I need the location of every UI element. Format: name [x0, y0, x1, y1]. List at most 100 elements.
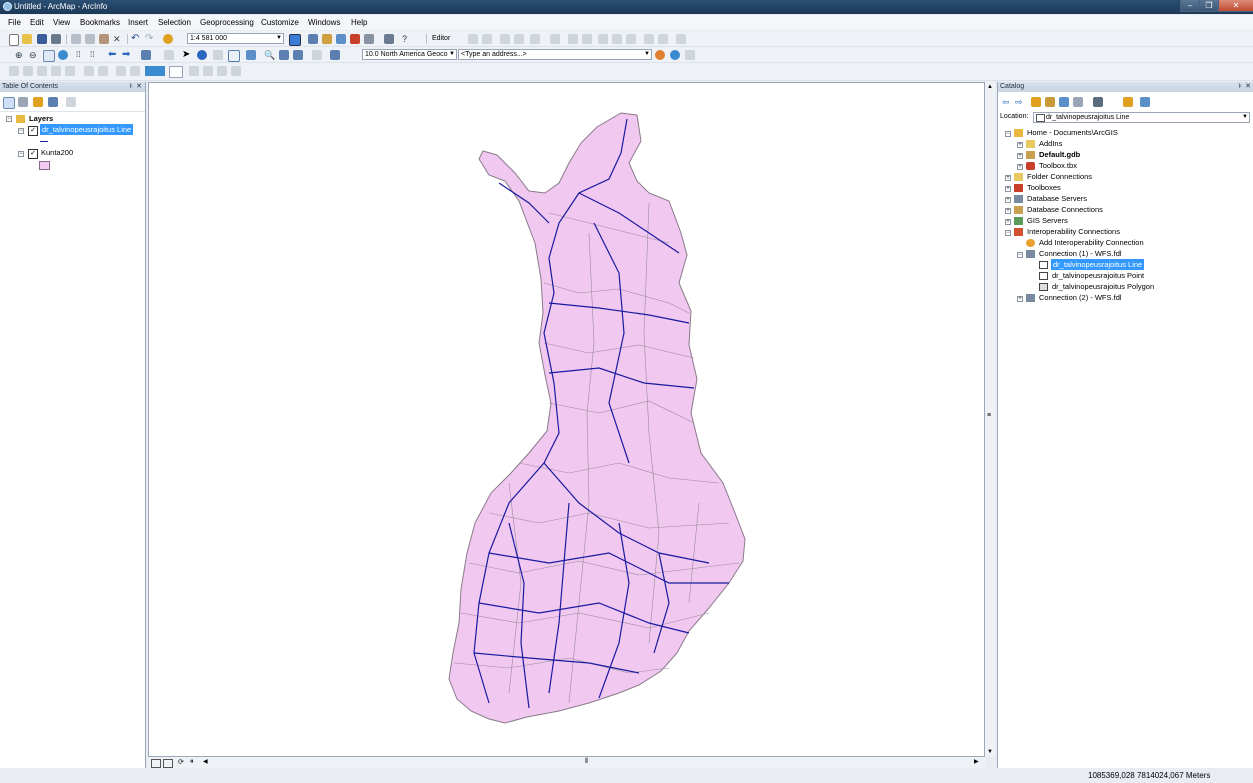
catalog-item-toolbox[interactable]: Toolbox.tbx [1039, 160, 1077, 171]
toggle-contents-panel-icon[interactable] [1140, 97, 1150, 107]
geocoder-selector[interactable]: 10.0 North America Geoco ▼ [362, 49, 457, 60]
measure-icon[interactable] [246, 50, 256, 60]
menu-selection[interactable]: Selection [158, 18, 191, 27]
layout-view-icon[interactable] [163, 759, 173, 768]
time-slider-icon[interactable] [312, 50, 322, 60]
menu-bookmarks[interactable]: Bookmarks [80, 18, 120, 27]
catalog-item-line[interactable]: dr_talvinopeusrajoitus Line [1051, 259, 1145, 270]
scroll-thumb[interactable]: ⦀ [585, 758, 588, 766]
table-icon[interactable] [308, 34, 318, 44]
menu-help[interactable]: Help [351, 18, 367, 27]
catalog-item-default-gdb[interactable]: Default.gdb [1039, 149, 1080, 160]
find-icon[interactable]: 🔍 [264, 50, 275, 60]
redo-icon[interactable]: ↷ [145, 34, 155, 44]
html-popup-icon[interactable] [228, 50, 240, 62]
collapse-icon[interactable]: − [1017, 252, 1023, 258]
identify-icon[interactable] [197, 50, 207, 60]
list-by-drawing-order-icon[interactable] [3, 97, 15, 109]
polygon-symbol-icon[interactable] [39, 161, 50, 170]
save-icon[interactable] [37, 34, 47, 44]
collapse-layer-icon[interactable]: − [18, 128, 24, 134]
forward-extent-icon[interactable]: ➡ [122, 50, 132, 60]
next-extent-layout-icon[interactable] [130, 66, 140, 76]
list-by-visibility-icon[interactable] [33, 97, 43, 107]
new-document-icon[interactable] [9, 34, 19, 46]
pin-icon[interactable]: ⊧ [129, 82, 133, 92]
edit-annotation-icon[interactable] [482, 34, 492, 44]
launch-arccatalog-icon[interactable] [1123, 97, 1133, 107]
add-data-icon[interactable] [163, 34, 173, 44]
map-horizontal-scrollbar[interactable]: ⟳ ⏸ ◀ ⦀ ▶ [148, 757, 985, 768]
rotate-icon[interactable] [612, 34, 622, 44]
layout-zoom-out-icon[interactable] [23, 66, 33, 76]
geocode-options-icon[interactable] [685, 50, 695, 60]
open-folder-icon[interactable] [22, 34, 32, 44]
hyperlink-icon[interactable] [213, 50, 223, 60]
select-elements-icon[interactable]: ➤ [182, 50, 192, 60]
zoom-dropdown[interactable] [169, 66, 183, 78]
scroll-left-icon[interactable]: ◀ [203, 758, 208, 765]
expand-icon[interactable]: + [1005, 175, 1011, 181]
expand-icon[interactable]: + [1005, 186, 1011, 192]
catalog-item-database-connections[interactable]: Database Connections [1027, 204, 1103, 215]
collapse-icon[interactable]: − [1005, 131, 1011, 137]
previous-extent-layout-icon[interactable] [116, 66, 126, 76]
reverse-geocode-icon[interactable] [670, 50, 680, 60]
pause-drawing-icon[interactable]: ⏸ [190, 758, 194, 766]
endpoint-arc-icon[interactable] [514, 34, 524, 44]
expand-icon[interactable]: + [1017, 153, 1023, 159]
catalog-item-connection-2[interactable]: Connection (2) - WFS.fdl [1039, 292, 1122, 303]
clear-selection-icon[interactable] [164, 50, 174, 60]
collapse-layers-icon[interactable]: − [6, 116, 12, 122]
editor-options-icon[interactable] [676, 34, 686, 44]
zoom-control[interactable] [145, 66, 165, 76]
menu-edit[interactable]: Edit [30, 18, 44, 27]
menu-windows[interactable]: Windows [308, 18, 340, 27]
refresh-view-icon[interactable]: ⟳ [178, 758, 184, 766]
expand-icon[interactable]: + [1017, 164, 1023, 170]
expand-icon[interactable]: + [1017, 296, 1023, 302]
maximize-button[interactable]: ❐ [1199, 0, 1219, 12]
toggle-draft-icon[interactable] [189, 66, 199, 76]
catalog-item-gis-servers[interactable]: GIS Servers [1027, 215, 1068, 226]
model-builder-icon[interactable] [384, 34, 394, 44]
undo-icon[interactable]: ↶ [131, 34, 141, 44]
create-features-icon[interactable] [658, 34, 668, 44]
cut-icon[interactable] [71, 34, 81, 44]
copy-icon[interactable] [85, 34, 95, 44]
layout-pan-icon[interactable] [37, 66, 47, 76]
line-symbol-icon[interactable] [40, 141, 48, 142]
attributes-icon[interactable] [626, 34, 636, 44]
layer-item[interactable]: Kunta200 [41, 147, 73, 158]
viewer-window-icon[interactable] [330, 50, 340, 60]
menu-view[interactable]: View [53, 18, 70, 27]
menu-insert[interactable]: Insert [128, 18, 148, 27]
expand-icon[interactable]: + [1005, 197, 1011, 203]
menu-customize[interactable]: Customize [261, 18, 299, 27]
list-by-selection-icon[interactable] [48, 97, 58, 107]
layer-item[interactable]: dr_talvinopeusrajoitus Line [40, 124, 134, 135]
pan-icon[interactable] [43, 50, 55, 62]
toc-close-icon[interactable]: ✕ [136, 82, 142, 92]
data-view-icon[interactable] [151, 759, 161, 768]
catalog-item-addins[interactable]: AddIns [1039, 138, 1062, 149]
reshape-icon[interactable] [582, 34, 592, 44]
catalog-item-point[interactable]: dr_talvinopeusrajoitus Point [1052, 270, 1144, 281]
home-folder-icon[interactable] [1045, 97, 1055, 107]
find-route-icon[interactable] [279, 50, 289, 60]
catalog-item-polygon[interactable]: dr_talvinopeusrajoitus Polygon [1052, 281, 1154, 292]
fixed-zoom-in-icon[interactable]: ⁞⁞ [76, 50, 86, 60]
go-to-xy-icon[interactable] [293, 50, 303, 60]
collapse-layer-icon[interactable]: − [18, 151, 24, 157]
layout-zoom-in-icon[interactable] [9, 66, 19, 76]
delete-icon[interactable]: ✕ [113, 34, 123, 44]
edit-vertices-icon[interactable] [568, 34, 578, 44]
sketch-properties-icon[interactable] [644, 34, 654, 44]
editor-toolbar-icon[interactable] [289, 34, 301, 46]
catalog-item-database-servers[interactable]: Database Servers [1027, 193, 1087, 204]
fixed-zoom-out-layout-icon[interactable] [98, 66, 108, 76]
editor-menu[interactable]: Editor [432, 35, 450, 42]
back-extent-icon[interactable]: ⬅ [108, 50, 118, 60]
expand-icon[interactable]: + [1017, 142, 1023, 148]
disconnect-icon[interactable] [1073, 97, 1083, 107]
